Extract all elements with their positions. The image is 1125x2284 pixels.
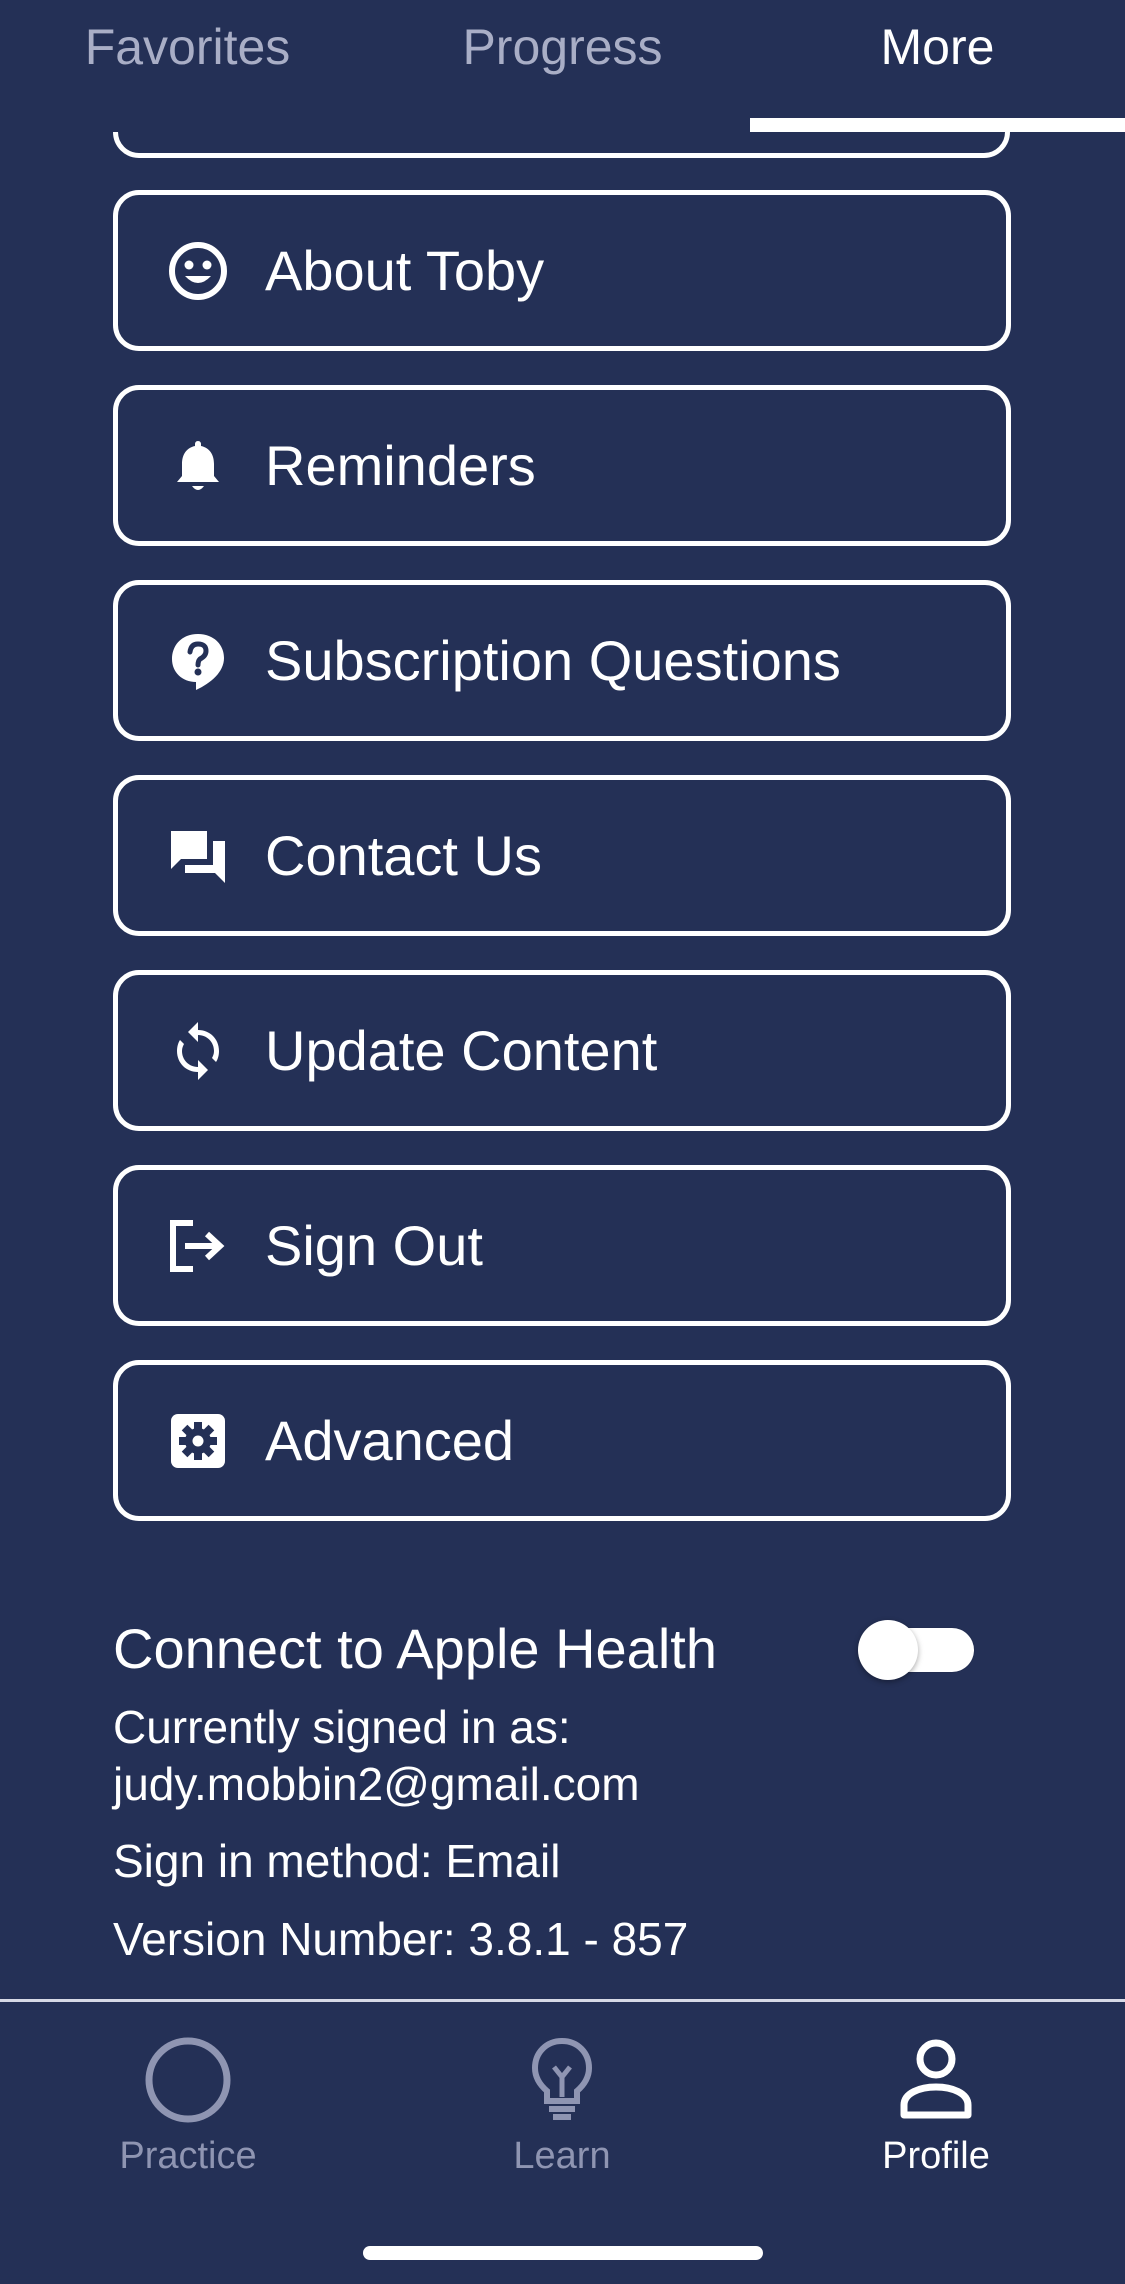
nav-practice[interactable]: Practice — [58, 2032, 318, 2178]
gear-icon — [167, 1410, 229, 1472]
nav-learn-label: Learn — [513, 2135, 611, 2177]
subscription-questions-button[interactable]: Subscription Questions — [113, 580, 1011, 741]
reminders-label: Reminders — [265, 434, 536, 497]
sign-out-button[interactable]: Sign Out — [113, 1165, 1011, 1326]
nav-learn[interactable]: Learn — [432, 2032, 692, 2178]
about-toby-button[interactable]: About Toby — [113, 190, 1011, 351]
refresh-icon — [167, 1020, 229, 1082]
bottom-nav: Practice Learn Profile — [0, 2002, 1125, 2284]
toggle-knob — [858, 1620, 918, 1680]
subscription-questions-label: Subscription Questions — [265, 629, 841, 692]
update-content-button[interactable]: Update Content — [113, 970, 1011, 1131]
active-tab-indicator — [750, 118, 1125, 132]
version-number: Version Number: 3.8.1 - 857 — [113, 1913, 689, 1965]
contact-us-label: Contact Us — [265, 824, 542, 887]
smiley-icon — [167, 240, 229, 302]
sign-out-icon — [167, 1215, 229, 1277]
nav-profile-label: Profile — [882, 2135, 990, 2177]
home-indicator — [363, 2246, 763, 2260]
advanced-button[interactable]: Advanced — [113, 1360, 1011, 1521]
person-icon — [806, 2032, 1066, 2127]
circle-icon — [58, 2032, 318, 2127]
clipped-menu-button[interactable] — [113, 132, 1010, 158]
sign-out-label: Sign Out — [265, 1214, 483, 1277]
top-tab-bar: Favorites Progress More — [0, 0, 1125, 132]
advanced-label: Advanced — [265, 1409, 515, 1472]
apple-health-row: Connect to Apple Health — [113, 1594, 974, 1694]
signed-in-label: Currently signed in as: — [113, 1701, 571, 1753]
chat-bubbles-icon — [167, 825, 229, 887]
contact-us-button[interactable]: Contact Us — [113, 775, 1011, 936]
tab-progress[interactable]: Progress — [375, 18, 750, 76]
update-content-label: Update Content — [265, 1019, 658, 1082]
apple-health-toggle[interactable] — [858, 1620, 974, 1680]
question-bubble-icon — [167, 630, 229, 692]
apple-health-label: Connect to Apple Health — [113, 1617, 717, 1680]
about-toby-label: About Toby — [265, 239, 545, 302]
more-scroll-area[interactable]: About Toby Reminders Subscription Questi… — [0, 132, 1125, 2000]
nav-profile[interactable]: Profile — [806, 2032, 1066, 2178]
tab-favorites[interactable]: Favorites — [0, 18, 375, 76]
signed-in-email: judy.mobbin2@gmail.com — [113, 1758, 640, 1810]
tab-more[interactable]: More — [750, 18, 1125, 76]
bell-icon — [167, 435, 229, 497]
reminders-button[interactable]: Reminders — [113, 385, 1011, 546]
lightbulb-icon — [432, 2032, 692, 2127]
sign-in-method: Sign in method: Email — [113, 1835, 561, 1887]
nav-practice-label: Practice — [119, 2135, 257, 2177]
